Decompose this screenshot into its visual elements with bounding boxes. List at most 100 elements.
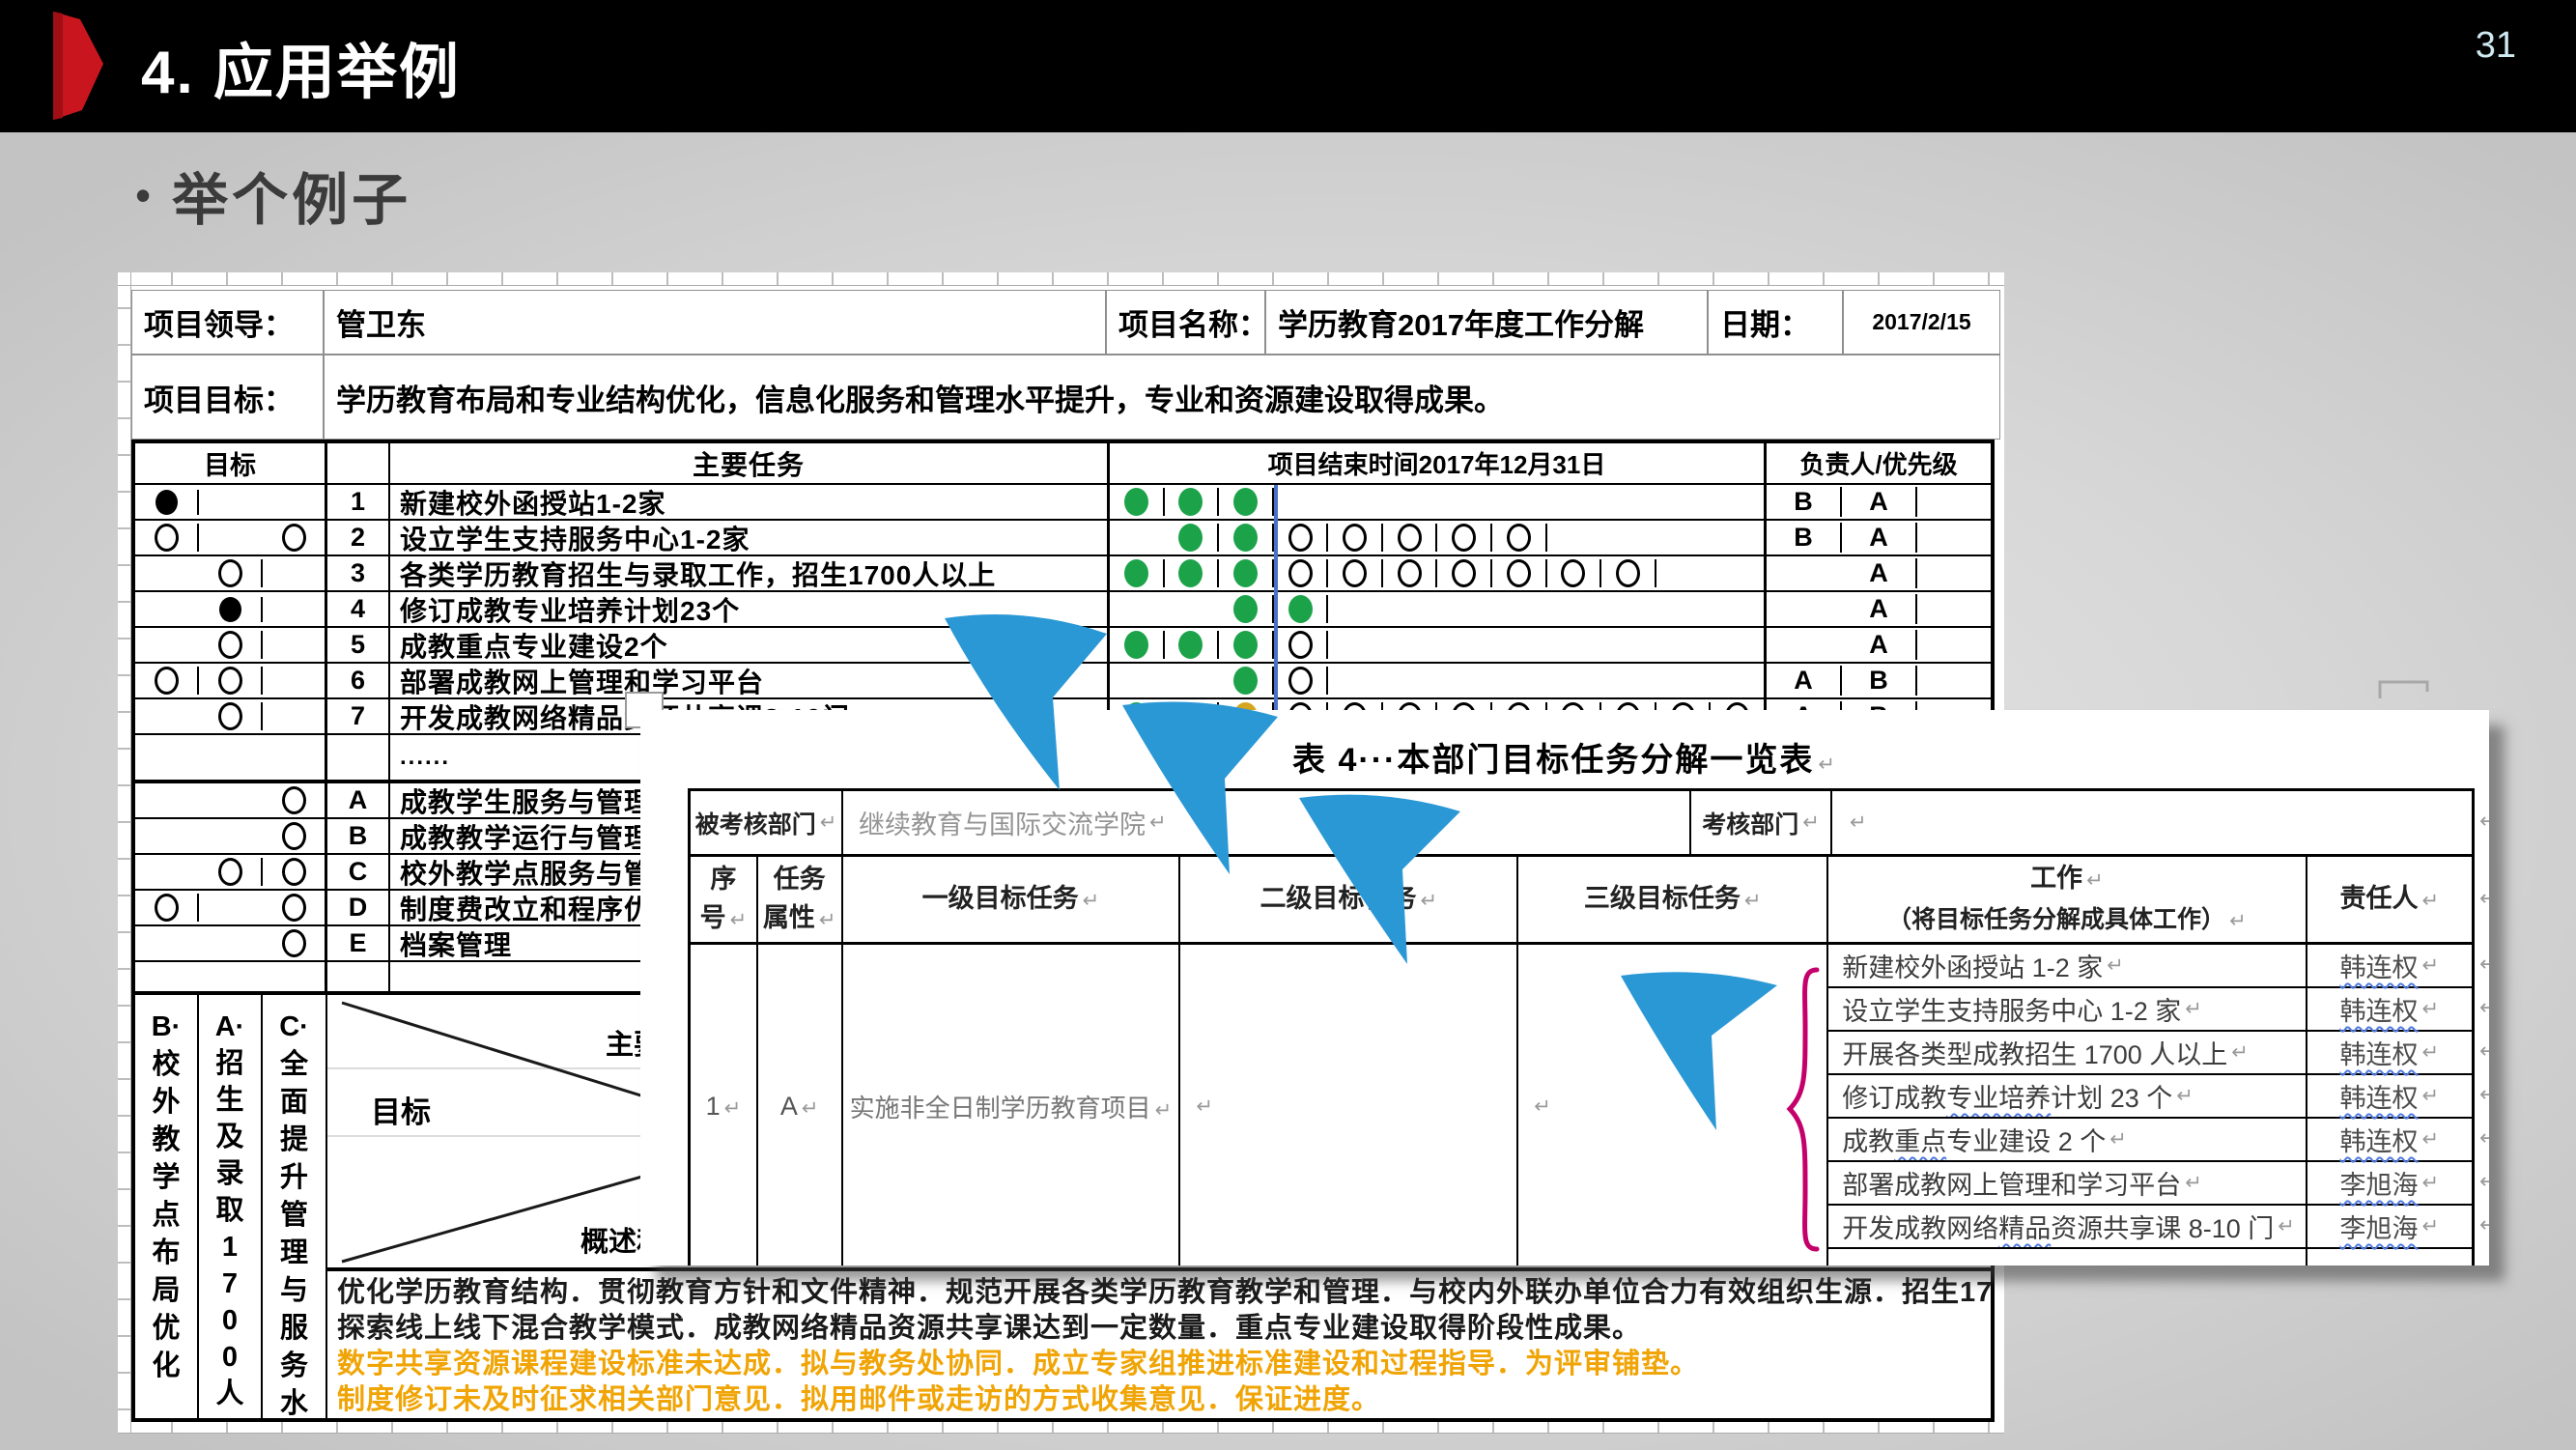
- owner-cells: A: [1767, 592, 1991, 626]
- status-circle-open: [1274, 559, 1329, 587]
- leader-label: 项目领导：: [131, 290, 324, 355]
- summary-line-4: 制度修订未及时征求相关部门意见．拟用邮件或走访的方式收集意见．保证进度。: [337, 1382, 1991, 1418]
- status-circle-open: [199, 702, 263, 730]
- responsible-name: 韩连权↵: [2307, 1032, 2472, 1075]
- status-circle-filled: [135, 490, 199, 515]
- status-dot-green: [1219, 488, 1274, 516]
- row-num: 3: [327, 556, 390, 590]
- status-dot-green: [1165, 488, 1220, 516]
- status-circle-open: [1492, 524, 1547, 552]
- goal-cells: [135, 592, 327, 626]
- owner-priority-cell: A: [1842, 630, 1917, 660]
- project-info-row: 项目领导： 管卫东 项目名称： 学历教育2017年度工作分解 日期： 2017/…: [131, 290, 2000, 355]
- end-of-row-mark: ↵: [2479, 1212, 2489, 1237]
- owner-priority-cell: B: [1767, 487, 1842, 517]
- row-num: E: [327, 926, 390, 960]
- overlay-title: 表 4···本部门目标任务分解一览表↵: [640, 733, 2489, 781]
- work-item: 开发成教网络精品资源共享课 8-10 门↵: [1828, 1206, 2305, 1249]
- task-row-6: 6 部署成教网上管理和学习平台 AB: [135, 664, 1991, 699]
- status-dot-green: [1165, 524, 1220, 552]
- status-circle-open: [1274, 524, 1329, 552]
- timeline-cells: [1110, 521, 1767, 554]
- status-dot-green: [1110, 559, 1165, 587]
- status-circle-open: [263, 894, 325, 922]
- end-of-row-mark: ↵: [2479, 886, 2489, 911]
- status-dot-green: [1219, 631, 1274, 659]
- status-circle-open: [263, 822, 325, 850]
- status-dot-green: [1219, 595, 1274, 623]
- goal-column-a: A·招生及录取1700人: [199, 995, 263, 1418]
- goal-column-b: B·校外教学点布局优化: [135, 995, 199, 1418]
- header-resp: 责任人↵: [2307, 857, 2472, 942]
- header-seq: 序 号↵: [691, 857, 758, 942]
- header-level2: 二级目标任务↵: [1180, 857, 1518, 942]
- goal-column-c: C·全面提升管理与服务水: [263, 995, 327, 1418]
- status-circle-open: [135, 524, 199, 552]
- assessor-dept-value: ↵: [1832, 791, 2472, 854]
- status-circle-open: [199, 631, 263, 659]
- work-item: 设立学生支持服务中心 1-2 家↵: [1828, 988, 2305, 1032]
- timeline-cells: [1110, 556, 1767, 590]
- row-num: 1: [327, 485, 390, 519]
- header-level3: 三级目标任务↵: [1518, 857, 1828, 942]
- goal-cells: [135, 556, 327, 590]
- status-dot-green: [1274, 595, 1329, 623]
- red-banner-icon: [53, 10, 111, 124]
- row-num: 4: [327, 592, 390, 626]
- owner-priority-cell: B: [1842, 666, 1917, 696]
- bullet-line: • 举个例子: [135, 155, 411, 236]
- timeline-cells: [1110, 485, 1767, 519]
- status-circle-open: [1383, 559, 1438, 587]
- status-dot-green: [1219, 524, 1274, 552]
- work-items-column: 新建校外函授站 1-2 家↵ 设立学生支持服务中心 1-2 家↵ 开展各类型成教…: [1828, 945, 2307, 1265]
- task-row-2: 2 设立学生支持服务中心1-2家 BA: [135, 521, 1991, 556]
- goal-cells: [135, 891, 327, 924]
- row-num: B: [327, 819, 390, 853]
- goal-value: 学历教育布局和专业结构优化，信息化服务和管理水平提升，专业和资源建设取得成果。: [324, 355, 2000, 440]
- title-bar: 4. 应用举例 31: [0, 0, 2576, 132]
- summary-line-2: 探索线上线下混合教学模式．成教网络精品资源共享课达到一定数量．重点专业建设取得阶…: [337, 1311, 1991, 1347]
- timeline-cells: [1110, 628, 1767, 662]
- end-of-row-mark: ↵: [2479, 1125, 2489, 1151]
- owner-cells: A: [1767, 556, 1991, 590]
- owner-cells: AB: [1767, 664, 1991, 697]
- assessed-dept-label: 被考核部门↵: [691, 791, 843, 854]
- status-circle-open: [1274, 667, 1329, 695]
- end-of-row-mark: ↵: [2479, 1082, 2489, 1107]
- status-circle-open: [1328, 524, 1383, 552]
- responsible-name: 李旭海↵: [2307, 1206, 2472, 1249]
- owner-cells: A: [1767, 628, 1991, 662]
- status-circle-open: [1547, 559, 1602, 587]
- end-of-row-mark: ↵: [2479, 1038, 2489, 1064]
- task-text: 新建校外函授站1-2家: [390, 485, 1110, 519]
- status-dot-green: [1165, 559, 1220, 587]
- leader-value: 管卫东: [324, 290, 1106, 355]
- responsible-column: 韩连权↵ 韩连权↵ 韩连权↵ 韩连权↵ 韩连权↵ 李旭海↵ 李旭海↵: [2307, 945, 2472, 1265]
- status-dot-green: [1219, 667, 1274, 695]
- owner-priority-cell: A: [1842, 594, 1917, 624]
- status-circle-open: [263, 524, 325, 552]
- status-circle-open: [199, 858, 263, 886]
- owner-cells: BA: [1767, 485, 1991, 519]
- end-of-row-mark: ↵: [2479, 995, 2489, 1020]
- header-timeline: 项目结束时间2017年12月31日: [1110, 443, 1767, 483]
- responsible-name: 韩连权↵: [2307, 1119, 2472, 1162]
- work-item: 成教重点专业建设 2 个↵: [1828, 1119, 2305, 1162]
- work-item: 修订成教专业培养计划 23 个↵: [1828, 1075, 2305, 1119]
- header-attr: 任务 属性↵: [758, 857, 843, 942]
- owner-priority-cell: A: [1842, 523, 1917, 553]
- status-circle-open: [135, 667, 199, 695]
- overlay-header-row: 序 号↵ 任务 属性↵ 一级目标任务↵ 二级目标任务↵ 三级目标任务↵ 工作↵: [691, 857, 2472, 945]
- status-dot-green: [1110, 631, 1165, 659]
- header-num: [327, 443, 390, 483]
- end-of-row-mark: ↵: [2479, 809, 2489, 834]
- row-num: [327, 962, 390, 991]
- goal-cells: [135, 699, 327, 733]
- status-circle-open: [1437, 524, 1492, 552]
- goal-cells: [135, 521, 327, 554]
- end-of-row-mark: ↵: [2479, 1169, 2489, 1194]
- row-num: C: [327, 855, 390, 889]
- row-num: 5: [327, 628, 390, 662]
- status-circle-open: [1492, 559, 1547, 587]
- timeline-cells: [1110, 592, 1767, 626]
